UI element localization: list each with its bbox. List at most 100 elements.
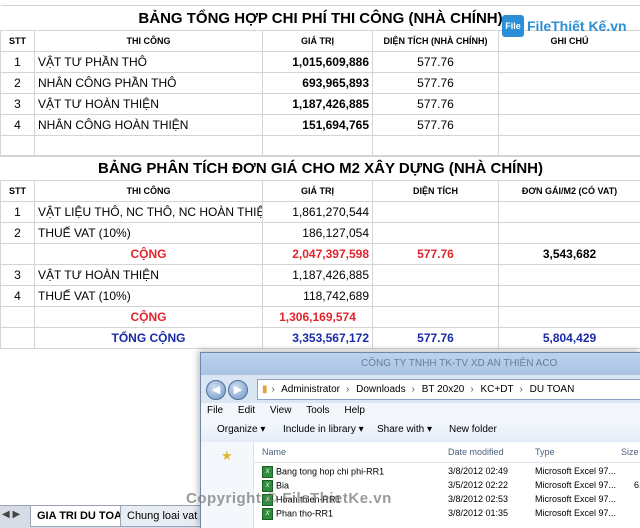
cell-note[interactable] bbox=[499, 115, 640, 136]
total-value[interactable]: 3,353,567,172 bbox=[263, 328, 373, 349]
cell-area[interactable]: 577.76 bbox=[373, 115, 499, 136]
cell-unit-price[interactable] bbox=[499, 265, 640, 286]
cell-name[interactable]: NHÂN CÔNG PHẦN THÔ bbox=[35, 73, 263, 94]
cell-stt[interactable] bbox=[1, 244, 35, 265]
table-row[interactable]: 4 THUẾ VAT (10%) 118,742,689 bbox=[1, 286, 640, 307]
breadcrumb-du-toan[interactable]: DU TOAN bbox=[530, 384, 575, 395]
subtotal-label[interactable]: CỘNG bbox=[35, 244, 263, 265]
cell-stt[interactable] bbox=[1, 328, 35, 349]
subtotal-value[interactable]: 2,047,397,598 bbox=[263, 244, 373, 265]
total-area[interactable]: 577.76 bbox=[373, 328, 499, 349]
cell-value[interactable]: 118,742,689 bbox=[263, 286, 373, 307]
cell-value[interactable]: 1,015,609,886 bbox=[263, 52, 373, 73]
menu-edit[interactable]: Edit bbox=[232, 403, 261, 418]
cell-unit-price[interactable] bbox=[499, 202, 640, 223]
table-row[interactable]: 1 VẬT TƯ PHẦN THÔ 1,015,609,886 577.76 bbox=[1, 52, 640, 73]
header-stt: STT bbox=[1, 181, 35, 202]
breadcrumb-kcdt[interactable]: KC+DT bbox=[480, 384, 513, 395]
total-label[interactable]: TỔNG CỘNG bbox=[35, 328, 263, 349]
cell-stt[interactable]: 3 bbox=[1, 94, 35, 115]
menu-tools[interactable]: Tools bbox=[300, 403, 335, 418]
menu-file[interactable]: File bbox=[201, 403, 229, 418]
cell-unit-price[interactable] bbox=[499, 286, 640, 307]
cell-value[interactable]: 693,965,893 bbox=[263, 73, 373, 94]
table-row[interactable]: 3 VẬT TƯ HOÀN THIỆN 1,187,426,885 bbox=[1, 265, 640, 286]
table2-header-row: STT THI CÔNG GIÁ TRỊ DIỆN TÍCH ĐƠN GÁI/M… bbox=[1, 181, 640, 202]
file-row[interactable]: XPhan tho-RR1 3/8/2012 01:35 Microsoft E… bbox=[254, 508, 640, 521]
cell-unit-price[interactable] bbox=[499, 307, 640, 328]
cell-note[interactable] bbox=[499, 73, 640, 94]
cell-name[interactable]: VẬT TƯ HOÀN THIỆN bbox=[35, 265, 263, 286]
cell-name[interactable]: VẬT LIỆU THÔ, NC THÔ, NC HOÀN THIỆN bbox=[35, 202, 263, 223]
header-area: DIỆN TÍCH (NHÀ CHÍNH) bbox=[373, 31, 499, 52]
new-folder-button[interactable]: New folder bbox=[449, 424, 497, 435]
cell-value[interactable]: 151,694,765 bbox=[263, 115, 373, 136]
cell-stt[interactable]: 2 bbox=[1, 223, 35, 244]
menu-view[interactable]: View bbox=[264, 403, 298, 418]
file-name[interactable]: Phan tho-RR1 bbox=[276, 508, 333, 518]
cell-area[interactable] bbox=[373, 286, 499, 307]
cell-name[interactable]: VẬT TƯ PHẦN THÔ bbox=[35, 52, 263, 73]
table-row[interactable]: 1 VẬT LIỆU THÔ, NC THÔ, NC HOÀN THIỆN 1,… bbox=[1, 202, 640, 223]
breadcrumb-administrator[interactable]: Administrator bbox=[281, 384, 340, 395]
sheet-nav-arrows[interactable]: ◀ ▶ bbox=[2, 509, 20, 520]
share-with-button[interactable]: Share with ▾ bbox=[377, 424, 432, 435]
breadcrumb-bt[interactable]: BT 20x20 bbox=[422, 384, 465, 395]
cell-stt[interactable] bbox=[1, 307, 35, 328]
cell-name[interactable]: VẬT TƯ HOÀN THIỆN bbox=[35, 94, 263, 115]
menu-help[interactable]: Help bbox=[338, 403, 371, 418]
forward-button[interactable]: ▶ bbox=[228, 380, 248, 400]
file-name[interactable]: Bang tong hop chi phi-RR1 bbox=[276, 466, 384, 476]
excel-file-icon: X bbox=[262, 466, 273, 478]
navigation-pane[interactable]: ★ bbox=[201, 442, 254, 528]
subtotal-area[interactable]: 577.76 bbox=[373, 244, 499, 265]
cell-stt[interactable]: 3 bbox=[1, 265, 35, 286]
subtotal-row[interactable]: CỘNG 1,306,169,574 bbox=[1, 307, 640, 328]
cell-note[interactable] bbox=[499, 52, 640, 73]
cell-note[interactable] bbox=[499, 94, 640, 115]
cell-area[interactable] bbox=[373, 307, 499, 328]
column-type[interactable]: Type bbox=[535, 447, 555, 457]
subtotal-value[interactable]: 1,306,169,574 bbox=[263, 307, 373, 328]
column-date[interactable]: Date modified bbox=[448, 447, 504, 457]
include-library-button[interactable]: Include in library ▾ bbox=[283, 424, 364, 435]
address-bar[interactable]: ▮› Administrator› Downloads› BT 20x20› K… bbox=[257, 379, 640, 400]
breadcrumb-downloads[interactable]: Downloads bbox=[356, 384, 405, 395]
back-button[interactable]: ◀ bbox=[206, 380, 226, 400]
total-unit-price[interactable]: 5,804,429 bbox=[499, 328, 640, 349]
table-row[interactable]: 2 THUẾ VAT (10%) 186,127,054 bbox=[1, 223, 640, 244]
cell-value[interactable]: 186,127,054 bbox=[263, 223, 373, 244]
cell-stt[interactable]: 1 bbox=[1, 52, 35, 73]
cell-name[interactable]: THUẾ VAT (10%) bbox=[35, 286, 263, 307]
table-row[interactable]: 3 VẬT TƯ HOÀN THIỆN 1,187,426,885 577.76 bbox=[1, 94, 640, 115]
favorites-star-icon[interactable]: ★ bbox=[221, 448, 233, 464]
column-size[interactable]: Size bbox=[621, 447, 639, 457]
cell-area[interactable] bbox=[373, 202, 499, 223]
cell-stt[interactable]: 1 bbox=[1, 202, 35, 223]
subtotal-unit-price[interactable]: 3,543,682 bbox=[499, 244, 640, 265]
subtotal-label[interactable]: CỘNG bbox=[35, 307, 263, 328]
organize-button[interactable]: Organize ▾ bbox=[217, 424, 265, 435]
cell-stt[interactable]: 2 bbox=[1, 73, 35, 94]
file-name[interactable]: Bia bbox=[276, 480, 289, 490]
subtotal-row[interactable]: CỘNG 2,047,397,598 577.76 3,543,682 bbox=[1, 244, 640, 265]
file-row[interactable]: XBang tong hop chi phi-RR1 3/8/2012 02:4… bbox=[254, 466, 640, 479]
table-row[interactable]: 2 NHÂN CÔNG PHẦN THÔ 693,965,893 577.76 bbox=[1, 73, 640, 94]
cell-stt[interactable]: 4 bbox=[1, 115, 35, 136]
cell-area[interactable]: 577.76 bbox=[373, 73, 499, 94]
table-row[interactable]: 4 NHÂN CÔNG HOÀN THIỆN 151,694,765 577.7… bbox=[1, 115, 640, 136]
cell-value[interactable]: 1,861,270,544 bbox=[263, 202, 373, 223]
cell-value[interactable]: 1,187,426,885 bbox=[263, 265, 373, 286]
cell-area[interactable]: 577.76 bbox=[373, 94, 499, 115]
cell-area[interactable]: 577.76 bbox=[373, 52, 499, 73]
table-row[interactable] bbox=[1, 136, 640, 157]
cell-value[interactable]: 1,187,426,885 bbox=[263, 94, 373, 115]
cell-name[interactable]: THUẾ VAT (10%) bbox=[35, 223, 263, 244]
column-name[interactable]: Name bbox=[262, 447, 286, 457]
cell-unit-price[interactable] bbox=[499, 223, 640, 244]
cell-area[interactable] bbox=[373, 265, 499, 286]
cell-stt[interactable]: 4 bbox=[1, 286, 35, 307]
cell-name[interactable]: NHÂN CÔNG HOÀN THIỆN bbox=[35, 115, 263, 136]
total-row[interactable]: TỔNG CỘNG 3,353,567,172 577.76 5,804,429 bbox=[1, 328, 640, 349]
cell-area[interactable] bbox=[373, 223, 499, 244]
